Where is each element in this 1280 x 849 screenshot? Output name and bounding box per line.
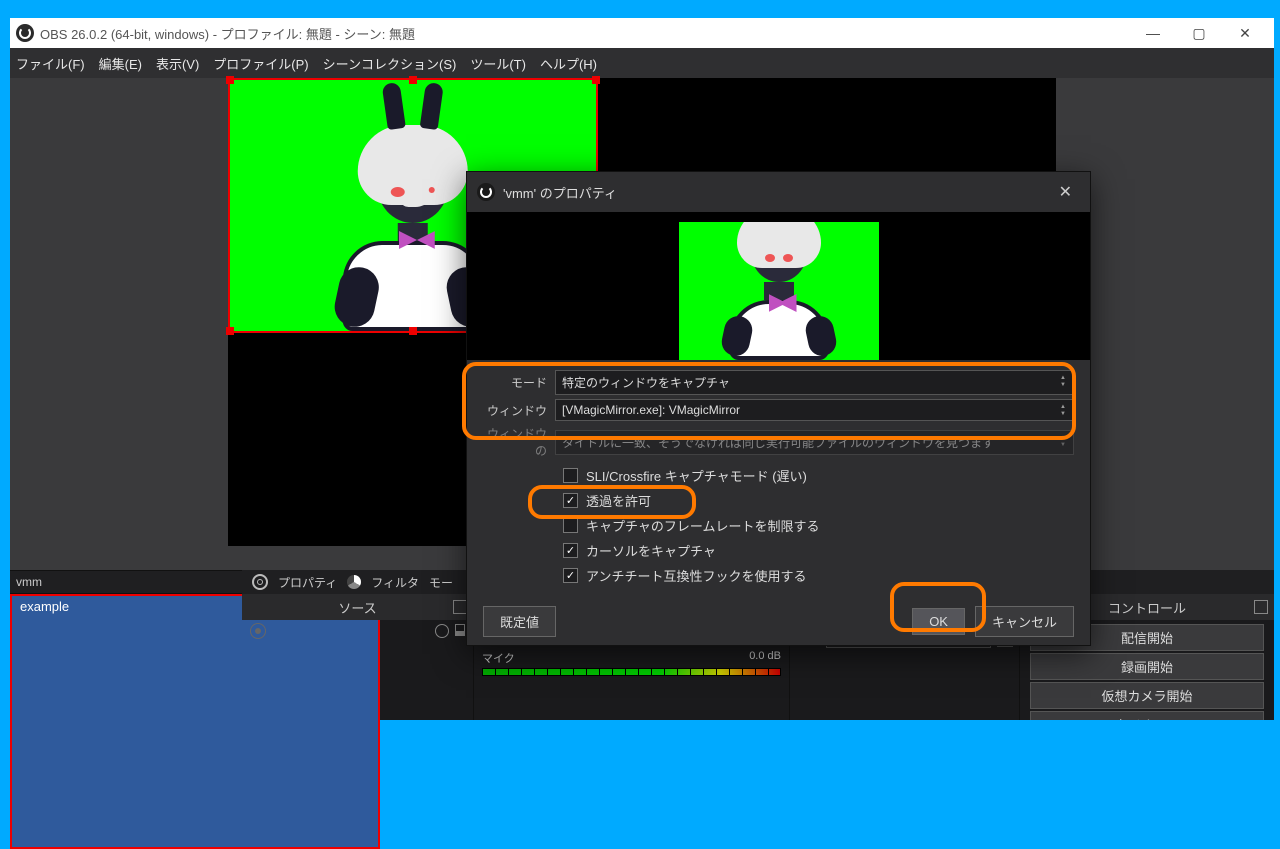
titlebar: OBS 26.0.2 (64-bit, windows) - プロファイル: 無…	[10, 18, 1274, 48]
checkbox-row[interactable]: 透過を許可	[483, 488, 1074, 513]
checkbox-row[interactable]: SLI/Crossfire キャプチャモード (遅い)	[483, 463, 1074, 488]
checkbox-icon[interactable]	[563, 568, 578, 583]
checkbox-icon[interactable]	[563, 518, 578, 533]
start-virtualcam-button[interactable]: 仮想カメラ開始	[1030, 682, 1264, 709]
menu-edit[interactable]: 編集(E)	[99, 54, 142, 73]
match-select[interactable]: タイトルに一致、そうでなければ同じ実行可能ファイルのウィンドウを見つます▲▼	[555, 430, 1074, 455]
close-icon[interactable]: ✕	[1051, 178, 1080, 206]
checkbox-label: 透過を許可	[586, 491, 651, 510]
studio-mode-button[interactable]: スタジオモード	[1030, 711, 1264, 720]
dialog-title: 'vmm' のプロパティ	[503, 183, 617, 202]
dialog-form: モード 特定のウィンドウをキャプチャ▲▼ ウィンドウ [VMagicMirror…	[467, 360, 1090, 597]
checkbox-row[interactable]: カーソルをキャプチャ	[483, 538, 1074, 563]
lock-icon[interactable]	[455, 624, 465, 636]
mixer-channel: マイク 0.0 dB	[474, 646, 789, 680]
audio-meter	[482, 668, 781, 676]
checkbox-row[interactable]: キャプチャのフレームレートを制限する	[483, 513, 1074, 538]
menu-profile[interactable]: プロファイル(P)	[213, 54, 308, 73]
chevron-updown-icon: ▲▼	[1057, 375, 1069, 389]
checkbox-icon[interactable]	[563, 468, 578, 483]
eye-icon	[250, 623, 266, 639]
obs-logo-icon	[477, 183, 495, 201]
gear-icon	[252, 574, 268, 590]
filters-button[interactable]: フィルタ	[371, 574, 419, 591]
menu-scene-collection[interactable]: シーンコレクション(S)	[323, 54, 457, 73]
chevron-updown-icon: ▲▼	[1057, 435, 1069, 449]
properties-button[interactable]: プロパティ	[278, 574, 337, 591]
dialog-titlebar: 'vmm' のプロパティ ✕	[467, 172, 1090, 212]
scene-item[interactable]: example	[10, 620, 241, 720]
window-title: OBS 26.0.2 (64-bit, windows) - プロファイル: 無…	[40, 24, 415, 43]
checkbox-label: キャプチャのフレームレートを制限する	[586, 516, 819, 535]
checkbox-icon[interactable]	[563, 543, 578, 558]
properties-dialog: 'vmm' のプロパティ ✕ モード 特定のウィンドウをキャプチャ▲▼ ウィンド…	[466, 171, 1091, 646]
menubar: ファイル(F) 編集(E) 表示(V) プロファイル(P) シーンコレクション(…	[10, 48, 1274, 78]
mode-label-truncated: モー	[429, 574, 453, 591]
popout-icon[interactable]	[453, 600, 467, 614]
filter-icon	[347, 575, 361, 589]
ok-button[interactable]: OK	[912, 608, 965, 635]
menu-file[interactable]: ファイル(F)	[16, 54, 85, 73]
checkbox-row[interactable]: アンチチート互換性フックを使用する	[483, 563, 1074, 588]
menu-view[interactable]: 表示(V)	[156, 54, 199, 73]
checkbox-label: アンチチート互換性フックを使用する	[586, 566, 806, 585]
dialog-preview	[467, 212, 1090, 360]
defaults-button[interactable]: 既定値	[483, 606, 556, 637]
checkbox-label: SLI/Crossfire キャプチャモード (遅い)	[586, 466, 807, 485]
close-button[interactable]: ✕	[1222, 18, 1268, 48]
menu-tools[interactable]: ツール(T)	[470, 54, 526, 73]
chevron-updown-icon: ▲▼	[1057, 404, 1069, 418]
mode-select[interactable]: 特定のウィンドウをキャプチャ▲▼	[555, 370, 1074, 395]
maximize-button[interactable]: ▢	[1176, 18, 1222, 48]
cancel-button[interactable]: キャンセル	[975, 606, 1074, 637]
selected-source-name: vmm	[16, 575, 42, 589]
checkbox-icon[interactable]	[563, 493, 578, 508]
controls-title: コントロール	[1108, 598, 1186, 617]
scenes-dock: シーン example vmm_meeting	[10, 594, 242, 720]
sources-title: ソース	[338, 598, 376, 617]
mode-label: モード	[483, 374, 547, 391]
obs-main-window: OBS 26.0.2 (64-bit, windows) - プロファイル: 無…	[10, 18, 1274, 720]
mixer-channel-level: 0.0 dB	[749, 650, 781, 666]
dialog-buttons: 既定値 OK キャンセル	[467, 597, 1090, 645]
menu-help[interactable]: ヘルプ(H)	[540, 54, 597, 73]
mixer-channel-name: マイク	[482, 650, 515, 666]
window-select[interactable]: [VMagicMirror.exe]: VMagicMirror▲▼	[555, 399, 1074, 421]
minimize-button[interactable]: —	[1130, 18, 1176, 48]
window-label: ウィンドウ	[483, 402, 547, 419]
match-label: ウィンドウの	[483, 425, 547, 459]
visibility-toggle-icon[interactable]	[435, 624, 449, 638]
checkbox-label: カーソルをキャプチャ	[586, 541, 716, 560]
obs-logo-icon	[16, 24, 34, 42]
greenscreen-preview-small	[679, 222, 879, 360]
popout-icon[interactable]	[1254, 600, 1268, 614]
start-recording-button[interactable]: 録画開始	[1030, 653, 1264, 680]
